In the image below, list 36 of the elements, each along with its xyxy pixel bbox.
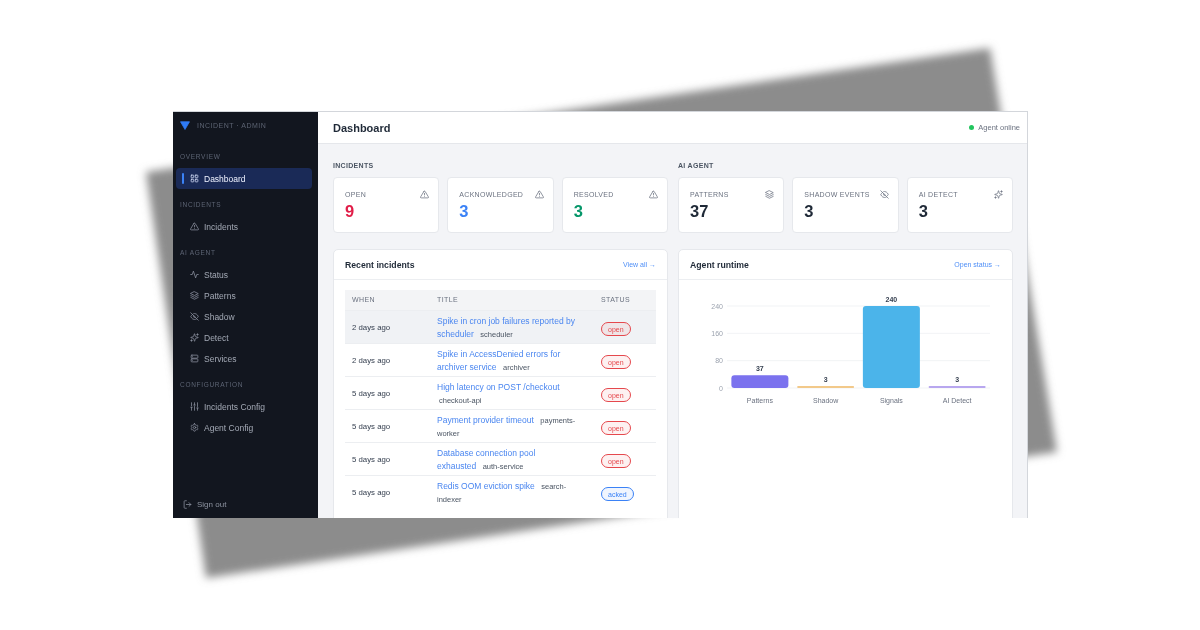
server-icon [190,354,199,363]
sign-out-icon [183,500,192,509]
panel-title: Recent incidents [345,259,415,270]
sliders-icon [190,402,199,411]
stat-value: 37 [690,201,709,221]
stat-value: 9 [345,201,355,221]
nav-item[interactable]: Services [176,348,312,369]
warning-icon [190,222,199,231]
nav-item[interactable]: Dashboard [176,168,312,189]
nav-item[interactable]: Incidents [176,216,312,237]
settings-icon [190,423,199,432]
sign-out-link[interactable]: Sign out [173,494,318,515]
pulse-icon [190,270,199,279]
panel-title: Agent runtime [690,259,749,270]
layers-icon [765,189,775,199]
nav-item[interactable]: Detect [176,327,312,348]
triangle-logo-icon [180,120,190,130]
eye-slash-icon [190,312,199,321]
stat-value: 3 [804,201,814,221]
eye-slash-icon [879,189,889,199]
stat-value: 3 [573,201,583,221]
nav-item[interactable]: Shadow [176,306,312,327]
warning-icon [534,189,544,199]
stat-value: 3 [918,201,928,221]
nav-item[interactable]: Agent Config [176,417,312,438]
stat-value: 3 [459,201,469,221]
nav-item[interactable]: Status [176,264,312,285]
layers-icon [190,291,199,300]
page-title: Dashboard [333,121,391,134]
warning-icon [420,189,430,199]
sparkle-icon [190,333,199,342]
grid-icon [190,174,199,183]
nav-item[interactable]: Patterns [176,285,312,306]
nav-item[interactable]: Incidents Config [176,396,312,417]
warning-icon [649,189,658,199]
sparkle-icon [994,189,1003,199]
